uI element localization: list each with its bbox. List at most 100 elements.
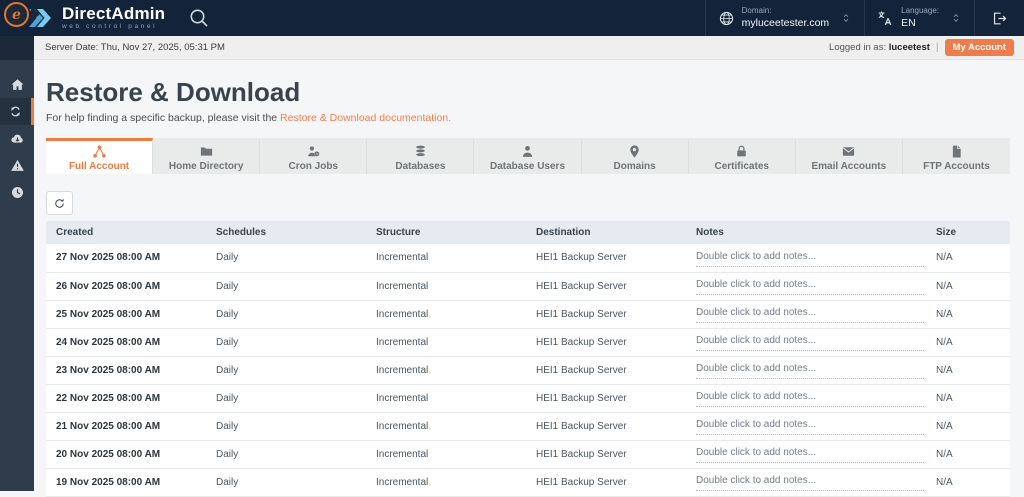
cell-created: 24 Nov 2025 08:00 AM	[46, 328, 206, 357]
cell-size: N/A	[926, 468, 1010, 497]
mail-icon	[843, 146, 855, 156]
notes-editable[interactable]: Double click to add notes...	[696, 305, 924, 323]
cell-created: 19 Nov 2025 08:00 AM	[46, 468, 206, 497]
cell-structure: Incremental	[366, 412, 526, 441]
sidebar-item-history[interactable]	[0, 179, 34, 206]
item-databases[interactable]: Databases	[367, 138, 475, 174]
logout-icon	[993, 12, 1007, 24]
item-email-accounts[interactable]: Email Accounts	[795, 138, 903, 174]
my-account-button[interactable]: My Account	[944, 39, 1014, 56]
refresh-button[interactable]	[46, 191, 73, 215]
domain-selector[interactable]: Domain: myluceetester.com	[704, 0, 865, 36]
table-row: 24 Nov 2025 08:00 AM Daily Incremental H…	[46, 328, 1010, 357]
cell-size: N/A	[926, 300, 1010, 329]
cell-destination: HEI1 Backup Server	[526, 468, 686, 497]
cell-created: 22 Nov 2025 08:00 AM	[46, 384, 206, 413]
lock-icon	[737, 145, 746, 156]
item-full-account[interactable]: Full Account	[46, 138, 154, 174]
cell-notes: Double click to add notes...	[686, 300, 926, 329]
language-selector[interactable]: Language: EN	[864, 0, 974, 36]
cell-notes: Double click to add notes...	[686, 440, 926, 469]
tab-label: Full Account	[68, 160, 130, 172]
sidebar-arrow-decoration	[31, 6, 40, 22]
backup-type-tabs: Full Account Home Directory Cron Jobs Da…	[46, 138, 1010, 174]
notes-editable[interactable]: Double click to add notes...	[696, 473, 924, 491]
cell-notes: Double click to add notes...	[686, 244, 926, 273]
sidebar-item-backups[interactable]	[0, 125, 34, 152]
sidebar-item-alerts[interactable]	[0, 152, 34, 179]
chevron-up-down-icon	[953, 14, 959, 22]
sidebar-items	[0, 60, 34, 206]
table-row: 19 Nov 2025 08:00 AM Daily Incremental H…	[46, 468, 1010, 497]
notes-editable[interactable]: Double click to add notes...	[696, 249, 924, 267]
cell-structure: Incremental	[366, 384, 526, 413]
cell-schedules: Daily	[206, 468, 366, 497]
tab-label: Certificates	[714, 160, 769, 172]
domain-label: Domain:	[741, 6, 772, 16]
cell-structure: Incremental	[366, 356, 526, 385]
cell-size: N/A	[926, 356, 1010, 385]
sidebar-item-home[interactable]	[0, 71, 34, 98]
refresh-icon	[55, 198, 64, 208]
table-row: 25 Nov 2025 08:00 AM Daily Incremental H…	[46, 300, 1010, 329]
folder-icon	[200, 146, 212, 156]
item-database-users[interactable]: Database Users	[474, 138, 582, 174]
notes-editable[interactable]: Double click to add notes...	[696, 389, 924, 407]
item-certificates[interactable]: Certificates	[688, 138, 796, 174]
notes-editable[interactable]: Double click to add notes...	[696, 417, 924, 435]
tab-label: Email Accounts	[811, 160, 887, 172]
search-icon[interactable]	[187, 6, 211, 30]
tab-label: Domains	[613, 160, 656, 172]
directadmin-badge-icon[interactable]: e	[4, 2, 29, 27]
notes-editable[interactable]: Double click to add notes...	[696, 361, 924, 379]
table-row: 22 Nov 2025 08:00 AM Daily Incremental H…	[46, 384, 1010, 413]
item-cron-jobs[interactable]: Cron Jobs	[260, 138, 368, 174]
cloud-down-icon	[10, 134, 23, 143]
main-content: Restore & Download For help finding a sp…	[34, 60, 1024, 497]
cell-destination: HEI1 Backup Server	[526, 300, 686, 329]
cell-destination: HEI1 Backup Server	[526, 440, 686, 469]
tab-label: Database Users	[489, 160, 566, 172]
notes-editable[interactable]: Double click to add notes...	[696, 333, 924, 351]
cell-size: N/A	[926, 272, 1010, 301]
status-bar: Server Date: Thu, Nov 27, 2025, 05:31 PM…	[0, 36, 1024, 60]
sidebar	[0, 36, 34, 491]
item-ftp-accounts[interactable]: FTP Accounts	[902, 138, 1010, 174]
cell-schedules: Daily	[206, 356, 366, 385]
documentation-link[interactable]: Restore & Download documentation.	[280, 112, 451, 124]
item-home-directory[interactable]: Home Directory	[153, 138, 261, 174]
domain-value: myluceetester.com	[741, 17, 830, 29]
user-icon	[522, 145, 533, 157]
database-icon	[416, 145, 425, 156]
tab-label: Databases	[395, 160, 446, 172]
cell-created: 26 Nov 2025 08:00 AM	[46, 272, 206, 301]
cell-created: 21 Nov 2025 08:00 AM	[46, 412, 206, 441]
logout-button[interactable]	[974, 0, 1024, 36]
cell-notes: Double click to add notes...	[686, 356, 926, 385]
cell-size: N/A	[926, 244, 1010, 273]
brand-name: DirectAdmin	[62, 4, 166, 24]
cell-schedules: Daily	[206, 328, 366, 357]
page-subtitle: For help finding a specific backup, plea…	[46, 112, 452, 124]
cell-schedules: Daily	[206, 244, 366, 273]
globe-icon	[719, 11, 733, 25]
language-value: EN	[901, 17, 916, 29]
item-domains[interactable]: Domains	[581, 138, 689, 174]
notes-editable[interactable]: Double click to add notes...	[696, 445, 924, 463]
notes-editable[interactable]: Double click to add notes...	[696, 277, 924, 295]
cell-schedules: Daily	[206, 412, 366, 441]
translate-icon	[878, 10, 892, 25]
column-header-size: Size	[926, 221, 1010, 244]
backups-table: Created Schedules Structure Destination …	[46, 221, 1010, 497]
sidebar-item-restore[interactable]	[0, 98, 34, 125]
cell-notes: Double click to add notes...	[686, 412, 926, 441]
tab-label: Cron Jobs	[288, 160, 338, 172]
chevron-up-down-icon	[843, 14, 849, 22]
brand-tagline: web control panel	[62, 23, 158, 31]
column-header-created: Created	[46, 221, 206, 244]
cell-structure: Incremental	[366, 272, 526, 301]
cell-notes: Double click to add notes...	[686, 468, 926, 497]
table-row: 20 Nov 2025 08:00 AM Daily Incremental H…	[46, 440, 1010, 469]
cell-destination: HEI1 Backup Server	[526, 244, 686, 273]
file-icon	[952, 145, 961, 157]
